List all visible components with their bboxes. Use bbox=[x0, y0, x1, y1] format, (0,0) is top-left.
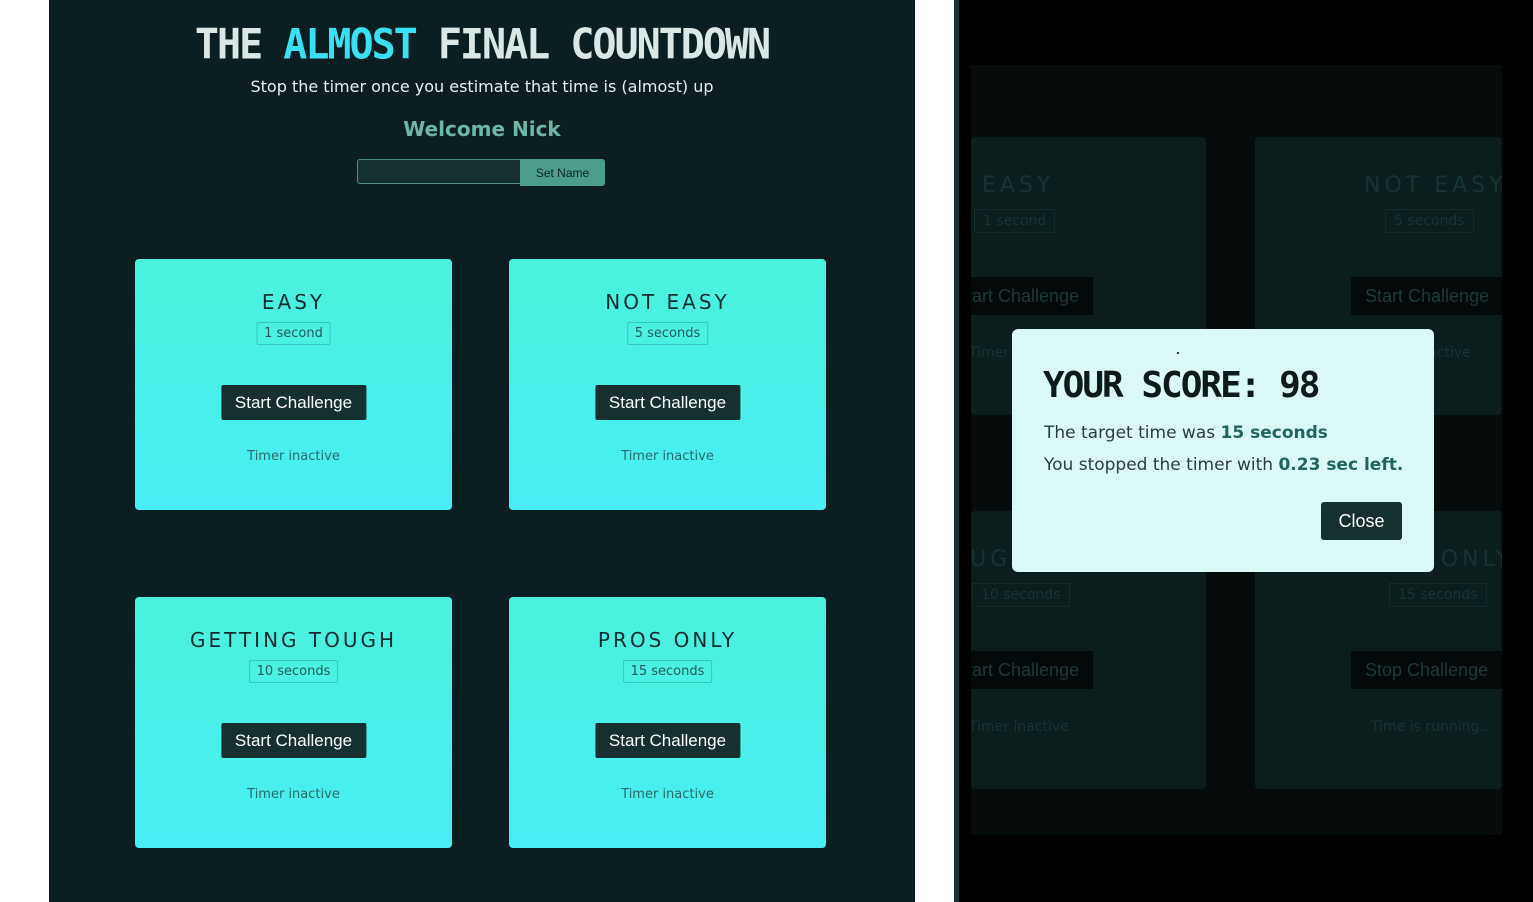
timer-status: Timer inactive bbox=[621, 449, 714, 464]
title-part-2: FINAL COUNTDOWN bbox=[415, 20, 771, 70]
timer-status: Timer inactive bbox=[621, 787, 714, 802]
challenge-card-getting-tough: GETTING TOUGH 10 seconds Start Challenge… bbox=[135, 597, 452, 848]
card-time-badge: 1 second bbox=[974, 209, 1056, 233]
card-title: NOT EASY bbox=[1364, 173, 1502, 198]
modal-dot bbox=[1177, 352, 1179, 354]
start-challenge-button[interactable]: Start Challenge bbox=[594, 385, 741, 420]
timer-status: Time is running... bbox=[1371, 719, 1493, 735]
score-title: YOUR SCORE: 98 bbox=[1043, 365, 1320, 406]
card-title: EASY bbox=[261, 290, 326, 314]
card-title: PROS ONLY bbox=[597, 628, 738, 652]
timer-status: Timer inactive bbox=[247, 787, 340, 802]
card-time-badge: 1 second bbox=[256, 322, 331, 345]
welcome-message: Welcome Nick bbox=[403, 117, 561, 141]
start-challenge-button[interactable]: Start Challenge bbox=[594, 723, 741, 758]
time-left-value: 0.23 sec left. bbox=[1278, 455, 1404, 475]
card-time-badge: 15 seconds bbox=[622, 660, 713, 683]
start-challenge-button[interactable]: Start Challenge bbox=[220, 385, 367, 420]
card-time-badge: 5 seconds bbox=[1385, 209, 1474, 233]
timer-status: Timer inactive bbox=[971, 719, 1069, 735]
card-title: GETTING TOUGH bbox=[189, 628, 398, 652]
stop-challenge-button[interactable]: Stop Challenge bbox=[1351, 651, 1502, 689]
name-input[interactable] bbox=[357, 159, 520, 184]
card-time-badge: 5 seconds bbox=[626, 322, 709, 345]
challenge-card-easy: EASY 1 second Start Challenge Timer inac… bbox=[135, 259, 452, 510]
game-page: THE ALMOST FINAL COUNTDOWN Stop the time… bbox=[49, 0, 915, 902]
target-time-value: 15 seconds bbox=[1220, 423, 1328, 443]
card-time-badge: 10 seconds bbox=[248, 660, 339, 683]
challenge-card-pros-only: PROS ONLY 15 seconds Start Challenge Tim… bbox=[509, 597, 826, 848]
page-title: THE ALMOST FINAL COUNTDOWN bbox=[49, 21, 915, 69]
set-name-button[interactable]: Set Name bbox=[520, 159, 605, 186]
tagline: Stop the timer once you estimate that ti… bbox=[250, 77, 714, 96]
time-left-text: You stopped the timer with 0.23 sec left… bbox=[1044, 455, 1403, 475]
card-title: NOT EASY bbox=[605, 290, 730, 314]
title-part-1: THE bbox=[194, 20, 284, 70]
target-time-label: The target time was bbox=[1044, 423, 1221, 443]
timer-status: Timer inactive bbox=[247, 449, 340, 464]
start-challenge-button[interactable]: Start Challenge bbox=[971, 651, 1094, 689]
card-time-badge: 10 seconds bbox=[972, 583, 1070, 607]
close-button[interactable]: Close bbox=[1321, 502, 1402, 540]
target-time-text: The target time was 15 seconds bbox=[1044, 423, 1328, 443]
card-title: EASY bbox=[982, 173, 1055, 198]
score-modal: YOUR SCORE: 98 The target time was 15 se… bbox=[1012, 329, 1434, 572]
title-accent: ALMOST bbox=[283, 20, 417, 70]
name-form: Set Name bbox=[357, 159, 605, 186]
time-left-label: You stopped the timer with bbox=[1044, 455, 1279, 475]
start-challenge-button[interactable]: Start Challenge bbox=[1351, 277, 1502, 315]
card-time-badge: 15 seconds bbox=[1389, 583, 1487, 607]
game-page-with-score-modal: EASY 1 second Start Challenge Timer inac… bbox=[959, 0, 1533, 902]
start-challenge-button[interactable]: Start Challenge bbox=[971, 277, 1094, 315]
start-challenge-button[interactable]: Start Challenge bbox=[220, 723, 367, 758]
challenge-card-not-easy: NOT EASY 5 seconds Start Challenge Timer… bbox=[509, 259, 826, 510]
